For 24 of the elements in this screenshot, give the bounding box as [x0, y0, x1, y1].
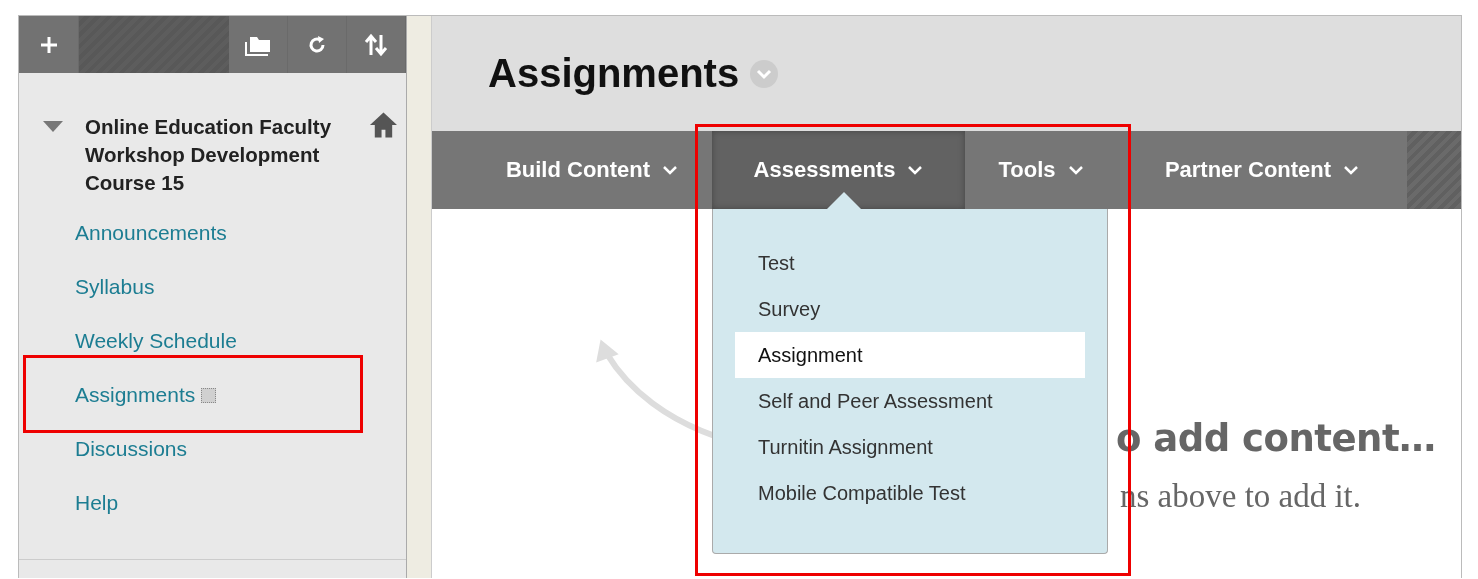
sidebar-link[interactable]: Syllabus: [75, 275, 155, 299]
plus-icon: [38, 34, 59, 55]
sidebar-link[interactable]: Assignments: [75, 383, 196, 407]
sidebar-link[interactable]: Help: [75, 491, 119, 515]
dropdown-item[interactable]: Assignment: [735, 332, 1085, 378]
sidebar-link[interactable]: Announcements: [75, 221, 227, 245]
sort-icon: [364, 32, 388, 57]
chevron-down-icon: [907, 165, 924, 175]
collapse-icon[interactable]: [43, 121, 63, 133]
sidebar-link[interactable]: Weekly Schedule: [75, 329, 237, 353]
dropdown-item[interactable]: Mobile Compatible Test: [735, 470, 1085, 516]
course-title: Online Education Faculty Workshop Development Course 15: [85, 114, 333, 196]
dropdown-item[interactable]: Self and Peer Assessment: [735, 378, 1085, 424]
dropdown-item[interactable]: Test: [735, 240, 1085, 286]
chevron-down-icon: [1343, 165, 1360, 175]
chevron-down-icon: [662, 165, 679, 175]
dropdown-item[interactable]: Survey: [735, 286, 1085, 332]
dropdown-item[interactable]: Turnitin Assignment: [735, 424, 1085, 470]
action-menu-button[interactable]: Assessments: [712, 131, 965, 209]
chevron-down-icon: [1067, 165, 1084, 175]
page-title: Assignments: [488, 51, 740, 96]
sidebar-link[interactable]: Discussions: [75, 437, 188, 461]
home-icon[interactable]: [369, 111, 398, 139]
menu-icon[interactable]: [201, 387, 217, 403]
